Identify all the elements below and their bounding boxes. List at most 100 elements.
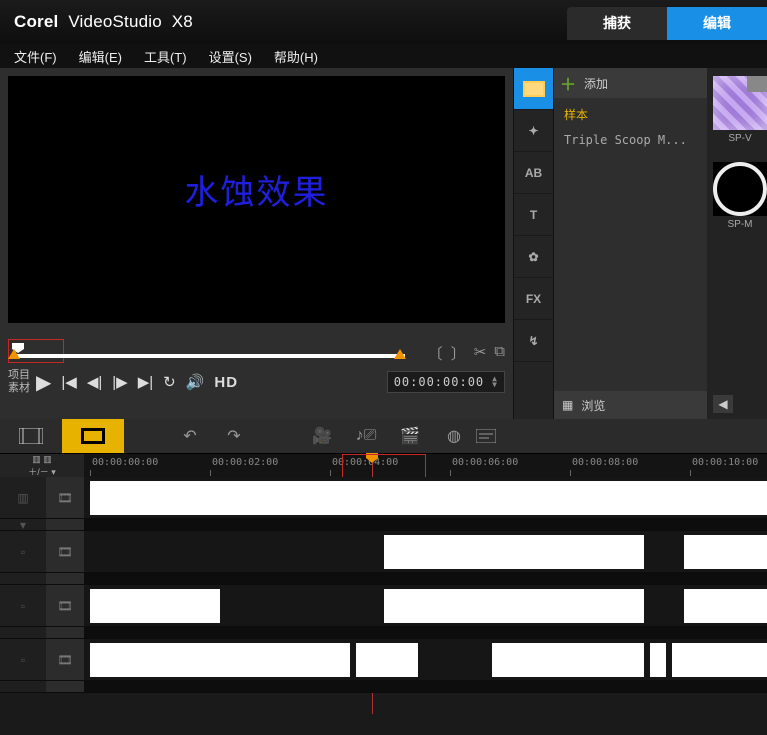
scrub-bar[interactable]: 〔 〕 ✂ ⧉ [8, 343, 505, 365]
timeline-clip[interactable] [90, 589, 220, 623]
audio-mixer-button[interactable]: ♪⎚ [344, 427, 388, 445]
timeline-clip[interactable] [356, 643, 418, 677]
track-toggle-icon[interactable]: ▫ [0, 531, 46, 573]
tab-graphic-icon[interactable]: ✿ [514, 236, 553, 278]
browse-label: 浏览 [581, 397, 605, 414]
volume-button[interactable]: 🔊 [186, 373, 205, 391]
tab-title-ab-icon[interactable]: AB [514, 152, 553, 194]
ruler-tick: 00:00:08:00 [572, 457, 638, 468]
video-track-icon: 🎞 [46, 477, 84, 519]
timeline-ruler[interactable]: ▥ ▥ ＋/－ ▾ 00:00:00:00 00:00:02:00 00:00:… [0, 453, 767, 477]
thumbnail-label: SP-V [713, 133, 767, 144]
browse-button[interactable]: ▦ 浏览 [554, 391, 707, 419]
library-folder-panel: ＋ 添加 样本 Triple Scoop M... ▦ 浏览 [554, 68, 707, 419]
subtitle-button[interactable] [476, 429, 520, 443]
chapter-button[interactable]: ◍ [432, 426, 476, 446]
track-toggle-icon[interactable]: ▫ [0, 585, 46, 627]
tab-media-icon[interactable] [514, 68, 553, 110]
next-frame-button[interactable]: |▶ [112, 373, 127, 391]
bracket-out-icon[interactable]: 〕 [451, 343, 466, 364]
thumbnail-image [713, 162, 767, 216]
mark-in-icon[interactable] [8, 349, 20, 359]
go-end-button[interactable]: ▶| [138, 373, 153, 391]
timeline-clip[interactable] [90, 643, 350, 677]
tab-capture[interactable]: 捕获 [567, 7, 667, 40]
preview-viewport[interactable]: 水蚀效果 [8, 76, 505, 323]
tab-path-icon[interactable]: ↯ [514, 320, 553, 362]
menu-tools[interactable]: 工具(T) [144, 47, 187, 66]
overlay-track-1[interactable]: ▫ 🎞 [0, 531, 767, 573]
mark-out-icon[interactable] [394, 349, 406, 359]
go-start-button[interactable]: |◀ [61, 373, 76, 391]
storyboard-view-button[interactable] [0, 419, 62, 453]
fullscreen-icon[interactable]: ⧉ [494, 343, 505, 364]
thumbnail-sp-m[interactable]: SP-M [713, 162, 767, 230]
auto-music-button[interactable]: 🎬 [388, 426, 432, 446]
open-folder-icon[interactable] [747, 76, 767, 92]
track-toggle-icon[interactable]: ▥ [0, 477, 46, 519]
timeline-clip[interactable] [492, 643, 644, 677]
tab-filter-fx-icon[interactable]: FX [514, 278, 553, 320]
tab-transition-icon[interactable]: ✦ [514, 110, 553, 152]
hd-toggle[interactable]: HD [214, 374, 238, 391]
menu-settings[interactable]: 设置(S) [209, 47, 252, 66]
menu-file[interactable]: 文件(F) [14, 47, 57, 66]
add-folder-label: 添加 [584, 75, 608, 92]
timeline-clip[interactable] [684, 535, 767, 569]
timeline-clip[interactable] [384, 535, 644, 569]
track-toggle-icon[interactable]: ▫ [0, 639, 46, 681]
menu-edit[interactable]: 编辑(E) [79, 47, 122, 66]
ruler-tick: 00:00:02:00 [212, 457, 278, 468]
library-thumbnails: SP-V SP-M ◀ [707, 68, 767, 419]
library-category-tabs: ✦ AB T ✿ FX ↯ [513, 68, 554, 419]
bracket-in-icon[interactable]: 〔 [428, 343, 443, 364]
prev-frame-button[interactable]: ◀| [87, 373, 102, 391]
timeline-clip[interactable] [90, 481, 767, 515]
ruler-tick: 00:00:10:00 [692, 457, 758, 468]
video-track-1[interactable]: ▥ 🎞 [0, 477, 767, 519]
timeline-clip[interactable] [684, 589, 767, 623]
timeline-view-button[interactable] [62, 419, 124, 453]
track-header-icon[interactable]: ▥ ▥ [32, 454, 52, 465]
folder-triple-scoop[interactable]: Triple Scoop M... [564, 133, 697, 147]
loop-button[interactable]: ↻ [163, 373, 176, 391]
folder-sample[interactable]: 样本 [564, 106, 697, 123]
cut-icon[interactable]: ✂ [474, 343, 487, 364]
overlay-track-2[interactable]: ▫ 🎞 [0, 585, 767, 627]
label-clip[interactable]: 素材 [8, 382, 30, 395]
overlay-track-icon: 🎞 [46, 585, 84, 627]
label-project[interactable]: 项目 [8, 369, 30, 382]
ruler-tick: 00:00:06:00 [452, 457, 518, 468]
add-folder-button[interactable]: ＋ 添加 [554, 68, 707, 98]
overlay-track-3[interactable]: ▫ 🎞 [0, 639, 767, 681]
timeline-clip[interactable] [650, 643, 666, 677]
track-gap [0, 573, 767, 585]
tab-edit[interactable]: 编辑 [667, 7, 767, 40]
preview-overlay-text: 水蚀效果 [185, 165, 329, 214]
track-header-menu[interactable]: ＋/－ ▾ [28, 465, 56, 478]
scroll-left-button[interactable]: ◀ [713, 395, 733, 413]
track-gap [0, 681, 767, 693]
plus-icon: ＋ [560, 71, 576, 95]
menu-help[interactable]: 帮助(H) [274, 47, 318, 66]
overlay-track-icon: 🎞 [46, 531, 84, 573]
tab-title-t-icon[interactable]: T [514, 194, 553, 236]
browse-icon: ▦ [562, 398, 573, 412]
record-button[interactable]: 🎥 [300, 426, 344, 446]
collapse-icon[interactable]: ▾ [0, 519, 46, 531]
overlay-track-icon: 🎞 [46, 639, 84, 681]
preview-panel: 水蚀效果 〔 〕 ✂ ⧉ 项目 素材 ▶ |◀ ◀| |▶ [0, 68, 513, 419]
title-bar: Corel VideoStudio X8 捕获 编辑 [0, 0, 767, 44]
timecode-field[interactable]: 00:00:00:00 ▲▼ [387, 371, 505, 393]
timecode-value: 00:00:00:00 [394, 375, 484, 389]
ruler-tick: 00:00:00:00 [92, 457, 158, 468]
play-button[interactable]: ▶ [36, 370, 51, 395]
timeline-clip[interactable] [384, 589, 644, 623]
timecode-spinner[interactable]: ▲▼ [492, 376, 498, 388]
track-gap: ▾ [0, 519, 767, 531]
menu-bar: 文件(F) 编辑(E) 工具(T) 设置(S) 帮助(H) [0, 44, 767, 68]
redo-button[interactable]: ↷ [212, 426, 256, 446]
track-gap [0, 627, 767, 639]
undo-button[interactable]: ↶ [168, 426, 212, 446]
timeline-clip[interactable] [672, 643, 767, 677]
